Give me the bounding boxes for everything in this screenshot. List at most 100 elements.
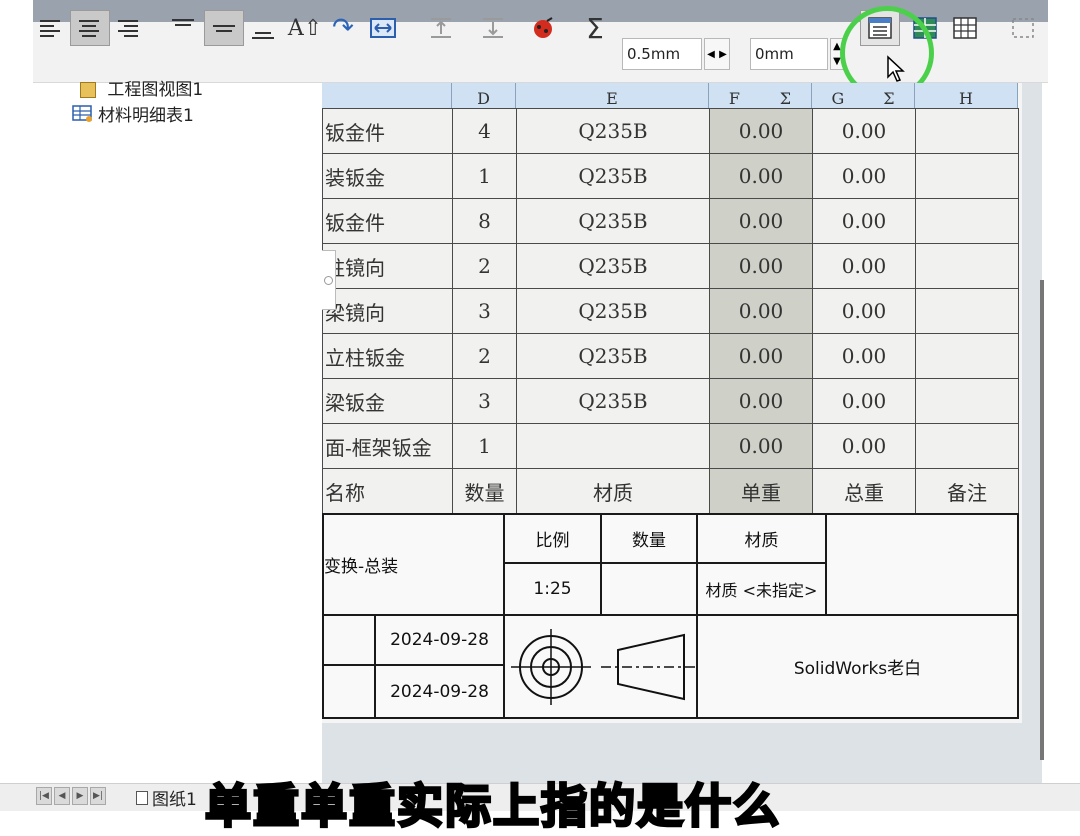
column-header-h[interactable]: H: [915, 83, 1018, 108]
note-cell[interactable]: [915, 333, 1019, 379]
total-weight-cell[interactable]: 0.00: [812, 108, 916, 154]
header-unit-weight-cell[interactable]: 单重: [709, 468, 813, 514]
qty-cell[interactable]: 2: [452, 333, 517, 379]
total-weight-cell[interactable]: 0.00: [812, 423, 916, 469]
table-grid-button[interactable]: [948, 10, 982, 46]
material-cell[interactable]: Q235B: [516, 243, 710, 289]
sheet-tab[interactable]: 图纸1: [136, 785, 197, 810]
vertical-scrollbar[interactable]: [1040, 280, 1044, 760]
qty-cell[interactable]: 8: [452, 198, 517, 244]
header-material-cell[interactable]: 材质: [516, 468, 710, 514]
note-cell[interactable]: [915, 288, 1019, 334]
align-middle-icon: [213, 17, 235, 39]
prev-icon: ◀: [58, 791, 66, 801]
table-header-row[interactable]: 名称 数量 材质 单重 总重 备注: [322, 468, 1019, 514]
note-cell[interactable]: [915, 243, 1019, 289]
table-row[interactable]: 钣金件 8 Q235B 0.00 0.00: [322, 198, 1019, 244]
table-row[interactable]: 装钣金 1 Q235B 0.00 0.00: [322, 153, 1019, 199]
table-row[interactable]: 柱镜向 2 Q235B 0.00 0.00: [322, 243, 1019, 289]
line-width-field[interactable]: 0.5mm: [622, 38, 702, 70]
tree-item-bom[interactable]: 材料明细表1: [72, 101, 194, 126]
name-cell[interactable]: 立柱钣金: [322, 333, 453, 379]
last-sheet-button[interactable]: ▶|: [90, 787, 106, 805]
material-cell[interactable]: [516, 423, 710, 469]
total-weight-cell[interactable]: 0.00: [812, 243, 916, 289]
qty-cell[interactable]: 2: [452, 243, 517, 289]
align-middle-button[interactable]: [204, 10, 244, 46]
note-cell[interactable]: [915, 198, 1019, 244]
note-cell[interactable]: [915, 108, 1019, 154]
table-border-button[interactable]: [1006, 10, 1040, 46]
next-sheet-button[interactable]: ▶: [72, 787, 88, 805]
prev-sheet-button[interactable]: ◀: [54, 787, 70, 805]
align-center-button[interactable]: [70, 10, 110, 46]
rotate-text-button[interactable]: ↷: [328, 10, 358, 46]
balloon-button[interactable]: [526, 10, 560, 46]
column-header-e[interactable]: E: [516, 83, 709, 108]
material-cell[interactable]: Q235B: [516, 153, 710, 199]
column-header-f[interactable]: FΣ: [709, 83, 812, 108]
total-weight-cell[interactable]: 0.00: [812, 333, 916, 379]
line-width-stepper[interactable]: ◀ ▶: [704, 38, 730, 70]
header-note-cell[interactable]: 备注: [915, 468, 1019, 514]
name-cell[interactable]: 钣金件: [322, 108, 453, 154]
first-sheet-button[interactable]: |◀: [36, 787, 52, 805]
table-row[interactable]: 梁镜向 3 Q235B 0.00 0.00: [322, 288, 1019, 334]
insert-row-below-button[interactable]: [476, 10, 510, 46]
unit-weight-cell[interactable]: 0.00: [709, 288, 813, 334]
unit-weight-cell[interactable]: 0.00: [709, 243, 813, 289]
qty-cell[interactable]: 1: [452, 153, 517, 199]
table-row[interactable]: 面-框架钣金 1 0.00 0.00: [322, 423, 1019, 469]
unit-weight-cell[interactable]: 0.00: [709, 108, 813, 154]
name-cell[interactable]: 柱镜向: [322, 243, 453, 289]
total-weight-cell[interactable]: 0.00: [812, 198, 916, 244]
note-cell[interactable]: [915, 153, 1019, 199]
rotate-icon: ↷: [332, 13, 354, 43]
note-cell[interactable]: [915, 378, 1019, 424]
material-cell[interactable]: Q235B: [516, 333, 710, 379]
table-row[interactable]: 钣金件 4 Q235B 0.00 0.00: [322, 108, 1019, 154]
align-right-button[interactable]: [114, 10, 144, 46]
unit-weight-cell[interactable]: 0.00: [709, 153, 813, 199]
name-cell[interactable]: 钣金件: [322, 198, 453, 244]
offset-field[interactable]: 0mm: [750, 38, 828, 70]
sum-button[interactable]: Σ: [578, 10, 612, 46]
name-cell[interactable]: 梁镜向: [322, 288, 453, 334]
material-cell[interactable]: Q235B: [516, 108, 710, 154]
unit-weight-cell[interactable]: 0.00: [709, 378, 813, 424]
header-qty-cell[interactable]: 数量: [452, 468, 517, 514]
qty-cell[interactable]: 4: [452, 108, 517, 154]
align-top-button[interactable]: [168, 10, 198, 46]
align-bottom-button[interactable]: [248, 10, 278, 46]
insert-row-above-button[interactable]: [424, 10, 458, 46]
material-cell[interactable]: Q235B: [516, 198, 710, 244]
text-font-button[interactable]: A⇧: [288, 10, 322, 46]
name-cell[interactable]: 面-框架钣金: [322, 423, 453, 469]
tree-item-drawing-view[interactable]: 工程图视图1: [80, 75, 203, 100]
unit-weight-cell[interactable]: 0.00: [709, 333, 813, 379]
panel-collapse-handle[interactable]: [322, 250, 336, 310]
date-1: 2024-09-28: [390, 630, 489, 650]
note-cell[interactable]: [915, 423, 1019, 469]
column-header-blank[interactable]: [322, 83, 452, 108]
total-weight-cell[interactable]: 0.00: [812, 153, 916, 199]
column-width-button[interactable]: [366, 10, 400, 46]
unit-weight-cell[interactable]: 0.00: [709, 198, 813, 244]
table-row[interactable]: 立柱钣金 2 Q235B 0.00 0.00: [322, 333, 1019, 379]
name-cell[interactable]: 梁钣金: [322, 378, 453, 424]
align-left-button[interactable]: [36, 10, 66, 46]
total-weight-cell[interactable]: 0.00: [812, 378, 916, 424]
column-header-d[interactable]: D: [452, 83, 516, 108]
qty-cell[interactable]: 1: [452, 423, 517, 469]
material-cell[interactable]: Q235B: [516, 288, 710, 334]
total-weight-cell[interactable]: 0.00: [812, 288, 916, 334]
qty-cell[interactable]: 3: [452, 288, 517, 334]
header-name-cell[interactable]: 名称: [322, 468, 453, 514]
qty-cell[interactable]: 3: [452, 378, 517, 424]
table-row[interactable]: 梁钣金 3 Q235B 0.00 0.00: [322, 378, 1019, 424]
header-total-weight-cell[interactable]: 总重: [812, 468, 916, 514]
material-cell[interactable]: Q235B: [516, 378, 710, 424]
unit-weight-cell[interactable]: 0.00: [709, 423, 813, 469]
name-cell[interactable]: 装钣金: [322, 153, 453, 199]
column-header-g[interactable]: GΣ: [812, 83, 915, 108]
